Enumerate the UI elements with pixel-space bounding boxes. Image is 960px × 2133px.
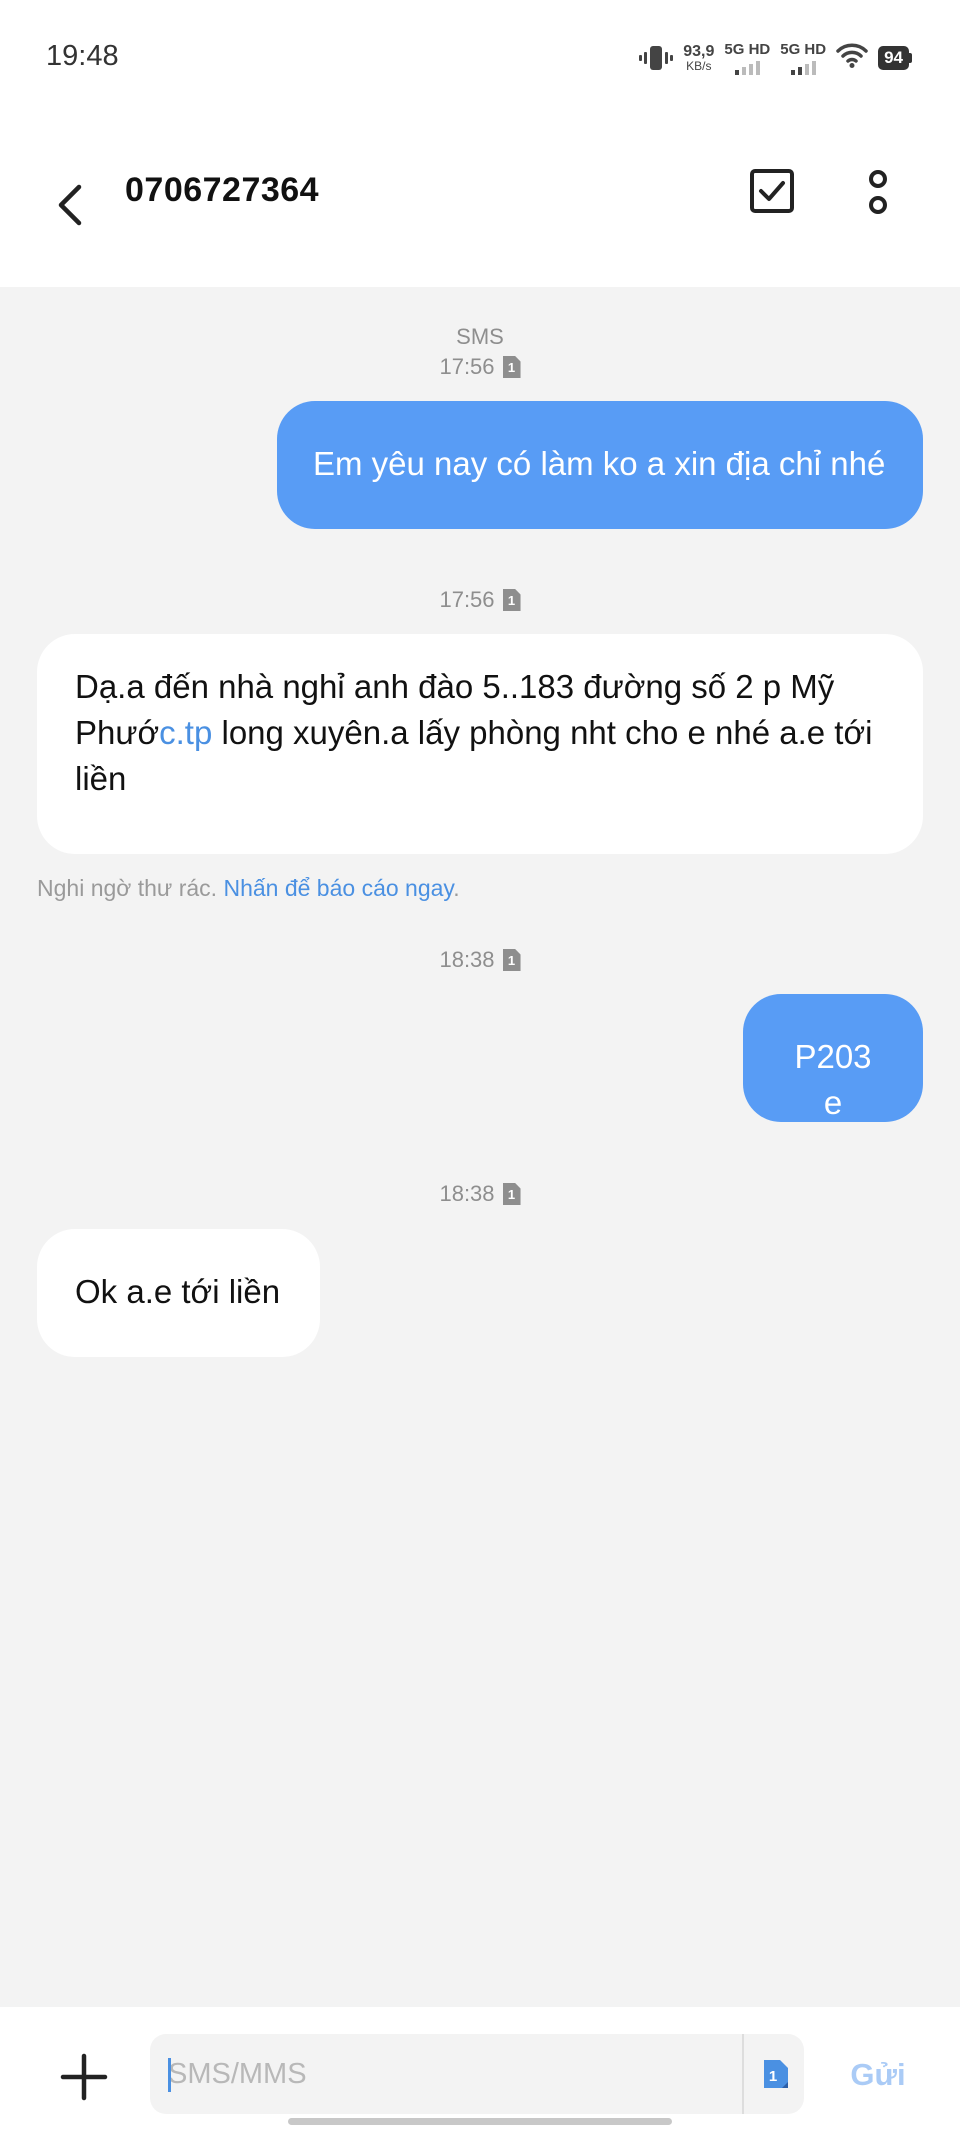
checkbox-icon [750,169,794,213]
message-timestamp: 18:38 1 [0,947,960,973]
message-input[interactable] [168,2034,728,2114]
sim-card-icon: 1 [502,589,521,611]
back-arrow-icon [58,184,82,226]
incoming-message-bubble[interactable]: Dạ.a đến nhà nghỉ anh đào 5..183 đường s… [37,634,923,854]
text-caret [168,2058,171,2092]
spam-notice: Nghi ngờ thư rác. Nhấn để báo cáo ngay. [37,875,460,902]
sim-card-icon: 1 [502,949,521,971]
vibrate-icon [639,43,674,73]
status-icons: 93,9 KB/s 5G HD 5G HD 94 [639,38,912,78]
report-spam-link[interactable]: Nhấn để báo cáo ngay [223,875,453,901]
battery-icon: 94 [878,46,912,70]
message-input-container: 1 [150,2034,804,2114]
network-speed-value: 93,9 [683,43,715,60]
wifi-icon [836,43,868,74]
status-bar: 19:48 93,9 KB/s 5G HD 5G HD 94 [0,0,960,115]
message-text: Em yêu nay có làm ko a xin địa chỉ nhé [313,445,886,482]
message-link[interactable]: c.tp [159,714,212,751]
add-attachment-button[interactable] [52,2045,116,2109]
timestamp-text: 17:56 [439,354,495,379]
conversation-header: 0706727364 [0,115,960,287]
message-timestamp: 17:56 1 [0,354,960,380]
network-speed-unit: KB/s [686,59,712,73]
channel-label: SMS [456,324,504,349]
timestamp-text: 18:38 [439,947,495,972]
spam-notice-text: Nghi ngờ thư rác. [37,875,224,901]
sim1-label: 5G HD [724,40,771,58]
spam-notice-period: . [453,875,460,901]
message-text: P203 e [794,1038,872,1121]
sim-select-button[interactable]: 1 [754,2048,798,2100]
plus-icon [60,2053,108,2101]
outgoing-message-bubble[interactable]: P203 e [743,994,923,1122]
back-button[interactable] [40,165,100,245]
message-text: Ok a.e tới liền [75,1273,281,1310]
sim-card-icon: 1 [502,1183,521,1205]
status-time: 19:48 [46,40,119,72]
contact-number: 0706727364 [125,171,320,209]
sim-card-icon: 1 [764,2060,788,2088]
more-options-button[interactable] [848,163,908,223]
more-vertical-icon [869,170,887,214]
message-timestamp: 18:38 1 [0,1181,960,1207]
composer-bar: 1 Gửi [0,2007,960,2133]
battery-level: 94 [878,46,909,70]
sim2-signal-icon: 5G HD [780,42,826,75]
svg-text:1: 1 [769,2068,777,2085]
sim1-signal-icon: 5G HD [724,42,770,75]
message-list[interactable]: SMS 17:56 1 Em yêu nay có làm ko a xin đ… [0,287,960,2007]
network-speed: 93,9 KB/s [683,43,715,73]
timestamp-text: 18:38 [439,1181,495,1206]
select-messages-button[interactable] [744,163,800,219]
message-timestamp: 17:56 1 [0,587,960,613]
home-indicator[interactable] [288,2118,672,2125]
sim-card-icon: 1 [502,356,521,378]
input-divider [742,2034,744,2114]
sim2-label: 5G HD [780,40,827,58]
timestamp-text: 17:56 [439,587,495,612]
outgoing-message-bubble[interactable]: Em yêu nay có làm ko a xin địa chỉ nhé [277,401,923,529]
incoming-message-bubble[interactable]: Ok a.e tới liền [37,1229,320,1357]
send-button[interactable]: Gửi [836,2045,920,2105]
